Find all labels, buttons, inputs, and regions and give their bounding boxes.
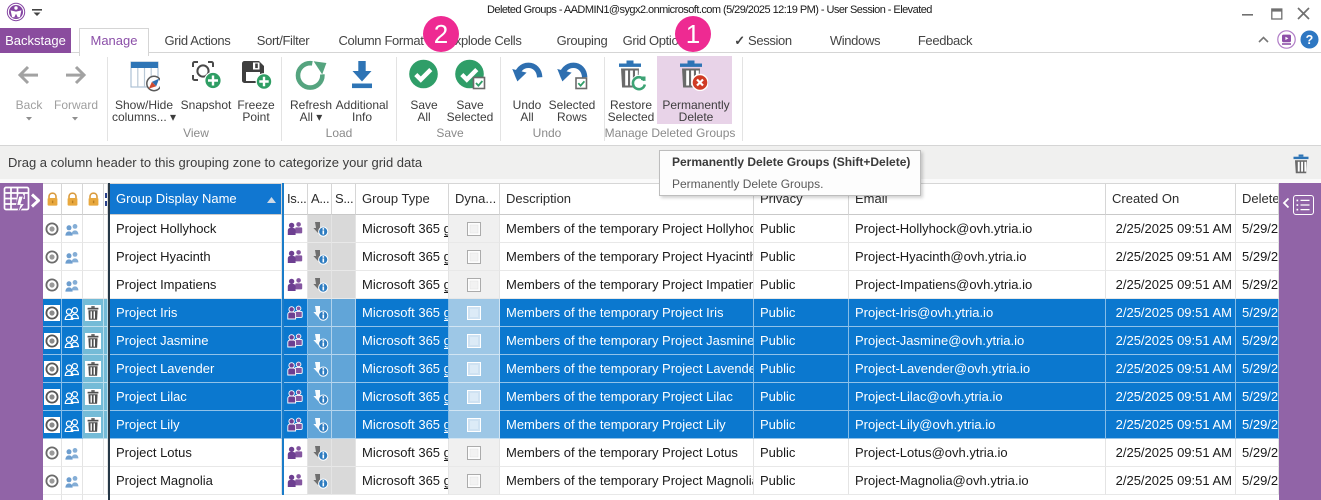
svg-text:?: ?	[1306, 33, 1314, 47]
